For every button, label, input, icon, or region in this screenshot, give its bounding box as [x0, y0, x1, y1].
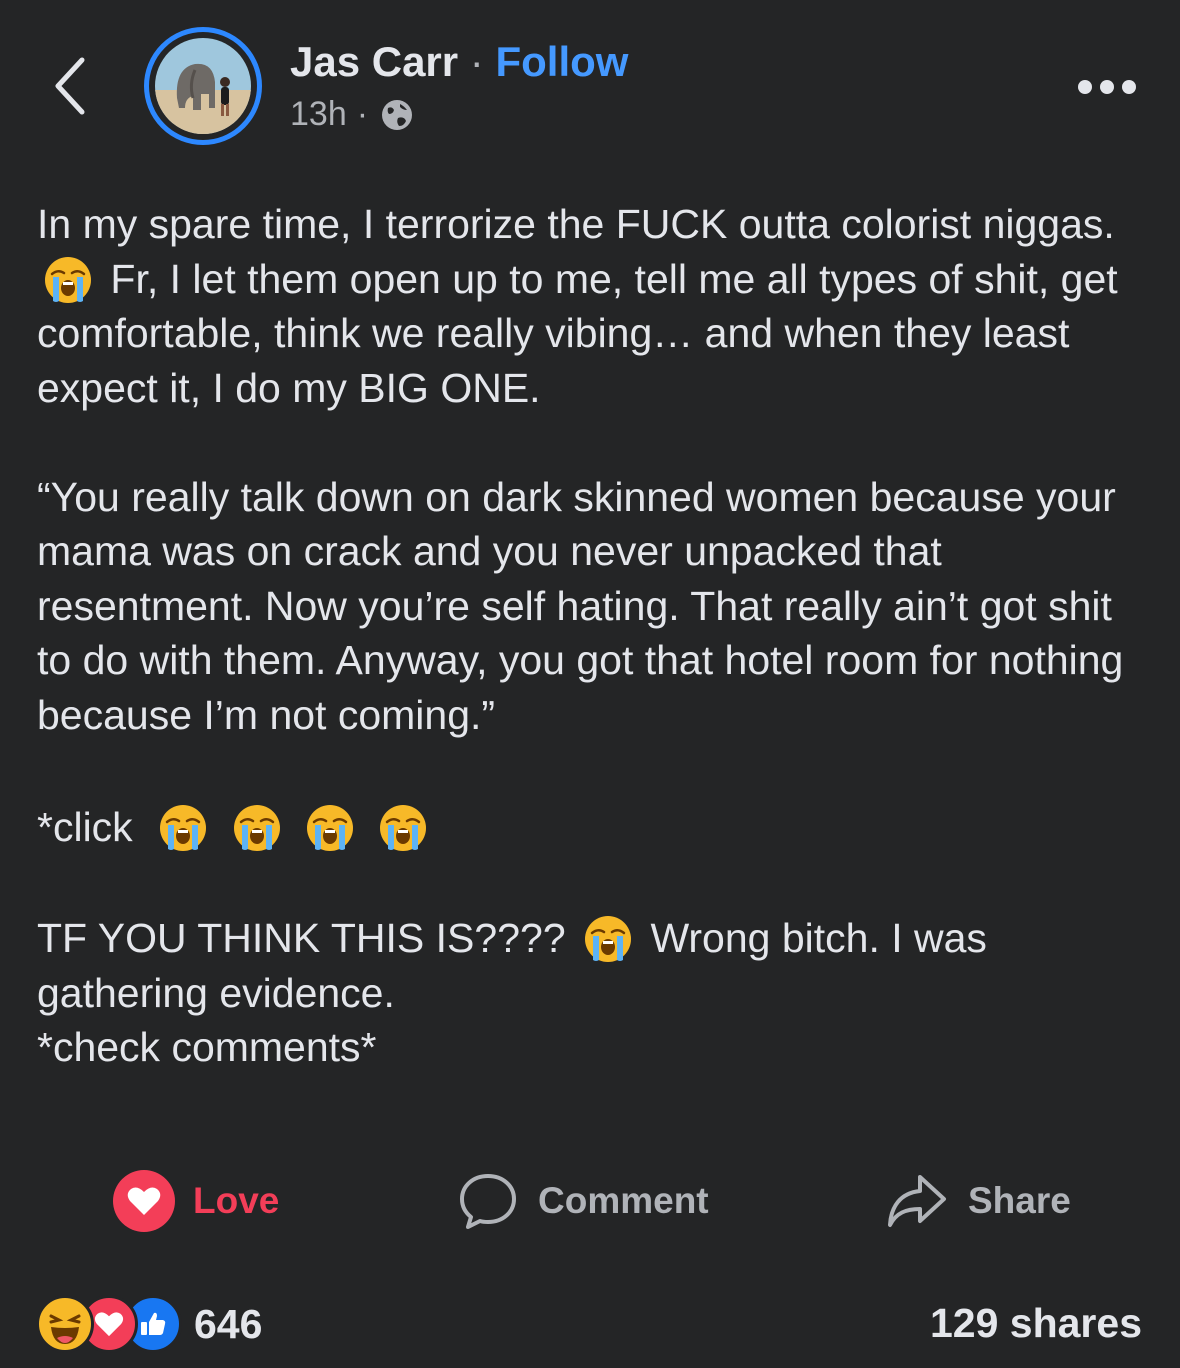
author-name[interactable]: Jas Carr: [290, 38, 458, 85]
post-text-segment: Fr, I let them open up to me, tell me al…: [37, 255, 1118, 411]
more-horizontal-icon: [1078, 80, 1092, 94]
shares-count[interactable]: 129 shares: [930, 1300, 1142, 1347]
share-icon: [888, 1175, 946, 1227]
love-button[interactable]: Love: [113, 1165, 279, 1237]
author-avatar[interactable]: [144, 27, 262, 145]
post-text-segment: TF YOU THINK THIS IS????: [37, 915, 566, 961]
post-paragraph: TF YOU THINK THIS IS???? Wrong bitch. I …: [37, 911, 1147, 1020]
name-separator: ·: [469, 38, 484, 85]
comment-icon: [460, 1174, 516, 1229]
author-line: Jas Carr · Follow: [290, 38, 628, 86]
post-text-segment: *click: [37, 803, 133, 850]
share-button[interactable]: Share: [886, 1165, 1071, 1237]
reaction-count: 646: [194, 1300, 263, 1347]
post-meta: 13h ·: [290, 95, 414, 134]
post-text: In my spare time, I terrorize the FUCK o…: [37, 197, 1147, 1075]
more-horizontal-icon: [1100, 80, 1114, 94]
more-horizontal-icon: [1122, 80, 1136, 94]
love-label: Love: [193, 1180, 280, 1221]
globe-icon: [382, 99, 413, 130]
comment-label: Comment: [538, 1180, 709, 1221]
loudly-crying-face-icon: [583, 914, 633, 964]
follow-button[interactable]: Follow: [495, 38, 628, 85]
more-options-button[interactable]: [1076, 78, 1140, 98]
post-paragraph: *click: [37, 797, 1147, 857]
loudly-crying-face-icon: [378, 803, 428, 853]
post-header: Jas Carr · Follow 13h ·: [0, 0, 1180, 170]
loudly-crying-face-icon: [232, 803, 282, 853]
chevron-left-icon: [55, 57, 85, 115]
post-paragraph: In my spare time, I terrorize the FUCK o…: [37, 197, 1147, 415]
meta-separator: ·: [356, 95, 369, 133]
haha-icon: [36, 1295, 94, 1353]
post-time[interactable]: 13h: [290, 95, 347, 134]
post-text-segment: In my spare time, I terrorize the FUCK o…: [37, 201, 1115, 247]
post-paragraph: *check comments*: [37, 1024, 377, 1070]
reaction-summary[interactable]: 646: [36, 1292, 262, 1356]
love-icon: [113, 1170, 175, 1232]
comment-button[interactable]: Comment: [458, 1165, 709, 1237]
avatar-photo: [155, 38, 251, 134]
action-bar: Love Comment Share: [0, 1165, 1180, 1237]
loudly-crying-face-icon: [305, 803, 355, 853]
back-button[interactable]: [50, 56, 90, 116]
loudly-crying-face-icon: [43, 255, 93, 305]
loudly-crying-face-icon: [158, 803, 208, 853]
share-label: Share: [968, 1180, 1071, 1221]
post-paragraph: “You really talk down on dark skinned wo…: [37, 473, 1124, 738]
